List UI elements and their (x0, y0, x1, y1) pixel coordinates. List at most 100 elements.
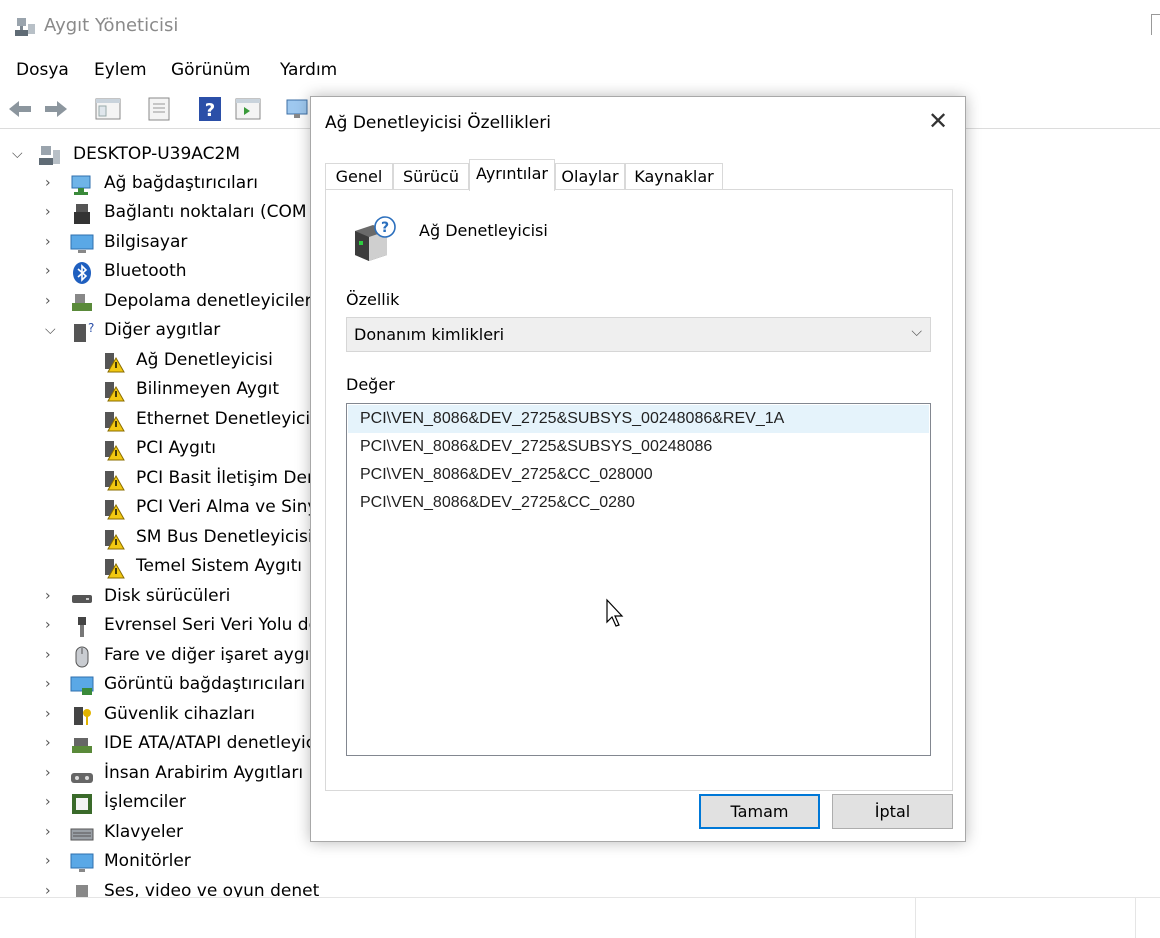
computer-icon (70, 234, 94, 253)
bluetooth-icon (73, 262, 91, 284)
svg-text:?: ? (205, 100, 215, 121)
tree-item-label: IDE ATA/ATAPI denetleyic (104, 733, 316, 753)
maximize-button[interactable] (1151, 14, 1160, 35)
chevron-right-icon[interactable]: › (45, 676, 59, 694)
chevron-right-icon[interactable]: › (45, 204, 59, 222)
disk-drive-icon (72, 595, 92, 603)
list-item[interactable]: PCI\VEN_8086&DEV_2725&CC_028000 (348, 461, 929, 489)
chevron-right-icon[interactable]: › (45, 765, 59, 783)
tree-item-label: Ağ Denetleyicisi (136, 350, 273, 370)
properties-icon[interactable] (145, 96, 173, 122)
ok-button[interactable]: Tamam (699, 794, 820, 829)
chevron-right-icon[interactable]: › (45, 794, 59, 812)
device-name: Ağ Denetleyicisi (419, 221, 548, 240)
menu-action[interactable]: Eylem (94, 60, 147, 80)
other-devices-icon: ? (74, 321, 94, 342)
storage-controller-icon (72, 294, 92, 311)
property-select-value: Donanım kimlikleri (354, 325, 505, 344)
dialog-title: Ağ Denetleyicisi Özellikleri (325, 113, 551, 133)
chevron-right-icon[interactable]: › (45, 735, 59, 753)
tree-item-label: İşlemciler (104, 792, 186, 812)
tree-item-label: Bağlantı noktaları (COM (104, 202, 307, 222)
chevron-right-icon[interactable]: › (45, 588, 59, 606)
property-label: Özellik (346, 290, 400, 309)
warning-device-icon (105, 530, 125, 550)
tree-item-label: Ethernet Denetleyicis (136, 409, 319, 429)
svg-text:?: ? (381, 220, 389, 236)
window-title: Aygıt Yöneticisi (44, 15, 179, 36)
tree-item-label: Görüntü bağdaştırıcıları (104, 674, 306, 694)
mouse-cursor-icon (606, 598, 624, 627)
tree-item-label: PCI Aygıtı (136, 438, 216, 458)
chevron-down-icon[interactable]: ⌵ (12, 146, 26, 164)
scan-hardware-icon[interactable] (284, 96, 312, 122)
list-item-text: PCI\VEN_8086&DEV_2725&SUBSYS_00248086&RE… (360, 410, 785, 427)
menu-bar: Dosya Eylem Görünüm Yardım (0, 56, 1160, 84)
tree-item-label: Bluetooth (104, 261, 187, 281)
tab-driver[interactable]: Sürücü (393, 163, 469, 190)
show-hide-console-tree-icon[interactable] (94, 96, 122, 122)
show-action-pane-icon[interactable] (234, 96, 262, 122)
warning-device-icon (105, 500, 125, 520)
chevron-right-icon[interactable]: › (45, 647, 59, 665)
menu-view[interactable]: Görünüm (171, 60, 250, 80)
tree-item-label: PCI Veri Alma ve Siny (136, 497, 318, 517)
warning-device-icon (105, 382, 125, 402)
tree-item-label: Monitörler (104, 851, 191, 871)
chevron-right-icon[interactable]: › (45, 175, 59, 193)
value-list[interactable]: PCI\VEN_8086&DEV_2725&SUBSYS_00248086&RE… (346, 403, 931, 756)
unknown-device-icon: ? (355, 216, 396, 261)
tree-item-label: Disk sürücüleri (104, 586, 231, 606)
menu-help[interactable]: Yardım (280, 60, 337, 80)
help-icon[interactable]: ? (196, 96, 224, 122)
back-arrow-icon[interactable] (6, 96, 34, 122)
forward-arrow-icon[interactable] (42, 96, 70, 122)
chevron-right-icon[interactable]: › (45, 234, 59, 252)
chevron-right-icon[interactable]: › (45, 706, 59, 724)
list-item[interactable]: PCI\VEN_8086&DEV_2725&SUBSYS_00248086 (348, 433, 929, 461)
tree-item-label: Bilinmeyen Aygıt (136, 379, 280, 399)
chevron-down-icon[interactable]: ⌵ (911, 324, 922, 340)
chevron-right-icon[interactable]: › (45, 853, 59, 871)
properties-dialog: Ağ Denetleyicisi Özellikleri ✕ Genel Sür… (310, 96, 966, 842)
tree-item-label: Depolama denetleyiciler (104, 291, 312, 311)
security-device-icon (74, 707, 91, 725)
chevron-down-icon[interactable]: ⌵ (45, 322, 59, 340)
status-divider (915, 898, 916, 938)
menu-file[interactable]: Dosya (16, 60, 69, 80)
tab-resources[interactable]: Kaynaklar (625, 163, 723, 190)
close-icon[interactable]: ✕ (925, 109, 951, 135)
tree-item-label: Ağ bağdaştırıcıları (104, 173, 258, 193)
mouse-icon (75, 646, 89, 668)
tree-item-label: Klavyeler (104, 822, 184, 842)
usb-icon (78, 617, 86, 637)
warning-device-icon (105, 412, 125, 432)
list-item[interactable]: PCI\VEN_8086&DEV_2725&SUBSYS_00248086&RE… (348, 405, 929, 433)
property-select[interactable]: Donanım kimlikleri ⌵ (346, 317, 931, 352)
monitor-icon (70, 853, 94, 872)
keyboard-icon (70, 828, 94, 841)
tab-general[interactable]: Genel (325, 163, 393, 190)
value-label: Değer (346, 375, 395, 394)
hid-icon (71, 773, 93, 783)
tree-item-label: SM Bus Denetleyicisi (136, 527, 313, 547)
chevron-right-icon[interactable]: › (45, 293, 59, 311)
chevron-right-icon[interactable]: › (45, 824, 59, 842)
computer-icon (39, 146, 60, 165)
warning-device-icon (105, 353, 125, 373)
ide-controller-icon (72, 738, 92, 753)
tab-events[interactable]: Olaylar (555, 163, 625, 190)
processor-icon (72, 794, 92, 814)
chevron-right-icon[interactable]: › (45, 617, 59, 635)
tree-item-label: Fare ve diğer işaret aygıt (104, 645, 316, 665)
tree-item-label: PCI Basit İletişim Den (136, 468, 318, 488)
cancel-button[interactable]: İptal (832, 794, 953, 829)
tab-details[interactable]: Ayrıntılar (469, 159, 555, 191)
chevron-right-icon[interactable]: › (45, 263, 59, 281)
status-divider (1135, 898, 1136, 938)
list-item-text: PCI\VEN_8086&DEV_2725&CC_028000 (360, 466, 653, 483)
display-adapter-icon (70, 676, 94, 695)
tree-item-label: Evrensel Seri Veri Yolu de (104, 615, 320, 635)
status-bar (0, 897, 1160, 938)
list-item[interactable]: PCI\VEN_8086&DEV_2725&CC_0280 (348, 489, 929, 517)
